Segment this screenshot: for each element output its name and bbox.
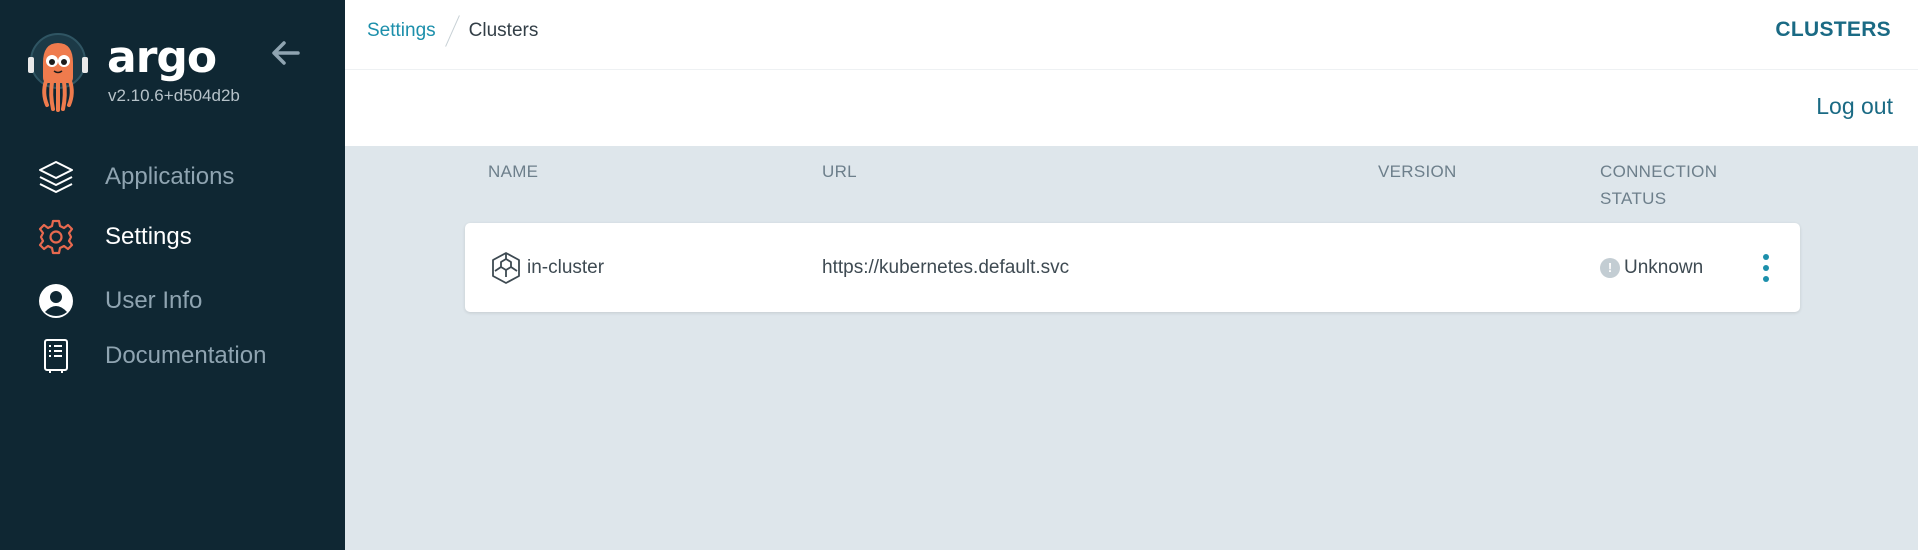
gear-icon [36, 217, 76, 257]
collapse-sidebar-button[interactable] [268, 38, 304, 68]
kebab-dot [1763, 276, 1769, 282]
status-text: Unknown [1624, 256, 1704, 278]
cluster-name-cell: in-cluster [489, 223, 604, 312]
column-header-url: URL [822, 162, 857, 181]
user-icon [36, 281, 76, 321]
kebab-dot [1763, 265, 1769, 271]
sidebar: argo v2.10.6+d504d2b Applications Settin… [0, 0, 345, 550]
column-header-version: VERSION [1378, 162, 1457, 181]
cluster-icon [492, 251, 520, 284]
info-icon: ! [1600, 257, 1620, 278]
sidebar-item-applications[interactable]: Applications [0, 151, 345, 203]
logout-button[interactable]: Log out [1816, 93, 1893, 120]
clusters-list: NAME URL VERSION CONNECTION STATUS in-cl… [345, 146, 1918, 550]
cluster-url: https://kubernetes.default.svc [822, 256, 1070, 278]
column-header-name: NAME [488, 162, 539, 181]
sidebar-item-settings[interactable]: Settings [0, 211, 345, 263]
arrow-left-icon [272, 41, 300, 65]
version-label: v2.10.6+d504d2b [108, 86, 240, 105]
breadcrumb-current: Clusters [468, 20, 539, 41]
connection-status-cell: ! Unknown [1600, 223, 1703, 312]
divider [345, 69, 1918, 70]
sidebar-item-label: Applications [105, 163, 235, 190]
sidebar-item-documentation[interactable]: Documentation [0, 330, 345, 382]
kebab-dot [1763, 254, 1769, 260]
book-icon [36, 336, 76, 376]
table-row[interactable]: in-cluster https://kubernetes.default.sv… [465, 223, 1800, 312]
breadcrumb-settings-link[interactable]: Settings [367, 20, 436, 42]
cluster-name: in-cluster [527, 256, 605, 278]
sidebar-item-label: Settings [105, 223, 192, 250]
layers-icon [36, 157, 76, 197]
sidebar-item-label: Documentation [105, 342, 267, 369]
top-bar: Settings Clusters CLUSTERS Log out [345, 0, 1918, 146]
argo-logo [28, 33, 88, 113]
column-header-connection-status: CONNECTION STATUS [1600, 162, 1718, 208]
breadcrumb-separator [444, 15, 460, 47]
page-title: CLUSTERS [1775, 18, 1891, 41]
row-actions-menu-button[interactable] [1755, 251, 1777, 285]
breadcrumb: Settings Clusters [367, 15, 539, 47]
brand-name: argo [107, 32, 217, 83]
sidebar-item-label: User Info [105, 287, 203, 314]
sidebar-item-user-info[interactable]: User Info [0, 275, 345, 327]
